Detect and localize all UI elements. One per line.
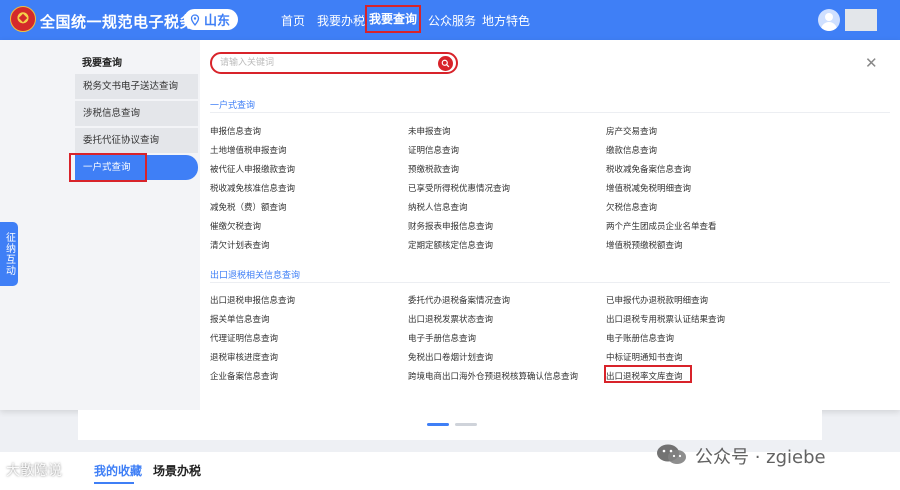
top-navigation-bar: 全国统一规范电子税务局 山东 首页 我要办税 我要查询 公众服务 地方特色 [0, 0, 900, 40]
watermark-right: 公众号 · zgiebe [695, 447, 826, 468]
tab-favorites[interactable]: 我的收藏 [94, 462, 142, 479]
nav-home[interactable]: 首页 [281, 12, 305, 29]
link-arrears-collection[interactable]: 催缴欠税查询 [210, 220, 261, 232]
link-agency-certificate[interactable]: 代理证明信息查询 [210, 332, 278, 344]
wechat-icon [657, 444, 686, 464]
link-undeclared[interactable]: 未申报查询 [408, 125, 451, 137]
link-group-members[interactable]: 两个产生团成员企业名单查看 [606, 220, 717, 232]
sidebar-item-agency-agreement[interactable]: 委托代征协议查询 [75, 128, 198, 153]
nav-public-service[interactable]: 公众服务 [428, 12, 476, 29]
link-export-rebate-declaration[interactable]: 出口退税申报信息查询 [210, 294, 295, 306]
link-arrears-plan[interactable]: 清欠计划表查询 [210, 239, 270, 251]
link-vat-reduction-detail[interactable]: 增值税减免税明细查询 [606, 182, 691, 194]
link-reduction-filing[interactable]: 税收减免备案信息查询 [606, 163, 691, 175]
watermark-left: 大散隐说 [6, 463, 62, 479]
link-financial-statements[interactable]: 财务报表申报信息查询 [408, 220, 493, 232]
close-icon[interactable]: ✕ [865, 54, 878, 72]
link-property-transaction[interactable]: 房产交易查询 [606, 125, 657, 137]
link-tax-arrears[interactable]: 欠税信息查询 [606, 201, 657, 213]
link-income-tax-preference[interactable]: 已享受所得税优惠情况查询 [408, 182, 510, 194]
carousel-dot[interactable] [455, 423, 477, 426]
rebate-rate-highlight-box [604, 365, 692, 383]
content-card [78, 410, 822, 440]
search-icon [441, 59, 450, 68]
link-entrusted-rebate-detail[interactable]: 已申报代办退税款明细查询 [606, 294, 708, 306]
location-pin-icon [190, 13, 200, 26]
link-entrusted-rebate-filing[interactable]: 委托代办退税备案情况查询 [408, 294, 510, 306]
nav-tax-handling[interactable]: 我要办税 [317, 12, 365, 29]
carousel-dot-active[interactable] [427, 423, 449, 426]
sidebar-highlight-box [69, 153, 147, 182]
interaction-float-tab[interactable]: 征纳互动 [0, 222, 18, 286]
search-button[interactable] [438, 56, 453, 71]
section-divider [210, 112, 890, 113]
link-land-vat-declaration[interactable]: 土地增值税申报查询 [210, 144, 287, 156]
link-customs-declaration[interactable]: 报关单信息查询 [210, 313, 270, 325]
link-review-progress[interactable]: 退税审核进度查询 [210, 351, 278, 363]
link-tobacco-plan[interactable]: 免税出口卷烟计划查询 [408, 351, 493, 363]
link-payment-info[interactable]: 缴款信息查询 [606, 144, 657, 156]
link-taxpayer-info[interactable]: 纳税人信息查询 [408, 201, 468, 213]
link-declaration-info[interactable]: 申报信息查询 [210, 125, 261, 137]
link-fixed-quota[interactable]: 定期定额核定信息查询 [408, 239, 493, 251]
tax-emblem-logo [10, 6, 36, 32]
sidebar-item-document-delivery[interactable]: 税务文书电子送达查询 [75, 74, 198, 99]
section-divider [210, 282, 890, 283]
sidebar-heading: 我要查询 [82, 58, 122, 69]
nav-local-features[interactable]: 地方特色 [482, 12, 530, 29]
query-sidebar: 我要查询 税务文书电子送达查询 涉税信息查询 委托代征协议查询 一户式查询 [0, 40, 200, 410]
link-vat-prepaid-amount[interactable]: 增值税预缴税额查询 [606, 239, 683, 251]
link-reduction-amount[interactable]: 减免税（费）额查询 [210, 201, 287, 213]
link-certificate-info[interactable]: 证明信息查询 [408, 144, 459, 156]
link-electronic-manual[interactable]: 电子手册信息查询 [408, 332, 476, 344]
search-input[interactable] [220, 57, 430, 67]
query-menu-panel: 我要查询 税务文书电子送达查询 涉税信息查询 委托代征协议查询 一户式查询 ✕ … [0, 40, 900, 410]
search-box [210, 52, 458, 74]
region-selector[interactable]: 山东 [184, 9, 238, 30]
link-collected-payer[interactable]: 被代征人申报缴款查询 [210, 163, 295, 175]
nav-query-label: 我要查询 [368, 12, 417, 26]
section-title-one-account: 一户式查询 [210, 100, 256, 110]
link-prepaid-tax[interactable]: 预缴税款查询 [408, 163, 459, 175]
region-label: 山东 [204, 13, 231, 28]
link-electronic-ledger[interactable]: 电子账册信息查询 [606, 332, 674, 344]
user-avatar[interactable] [818, 9, 840, 31]
user-name-box[interactable] [845, 9, 877, 31]
nav-query[interactable]: 我要查询 [365, 5, 421, 33]
sidebar-item-tax-info[interactable]: 涉税信息查询 [75, 101, 198, 126]
link-bid-notice[interactable]: 中标证明通知书查询 [606, 351, 683, 363]
link-rebate-certification[interactable]: 出口退税专用税票认证结果查询 [606, 313, 725, 325]
link-reduction-approval[interactable]: 税收减免核准信息查询 [210, 182, 295, 194]
tab-scenario-tax[interactable]: 场景办税 [153, 462, 201, 479]
section-title-export-rebate: 出口退税相关信息查询 [210, 270, 301, 280]
active-tab-underline [94, 482, 134, 484]
link-rebate-invoice-status[interactable]: 出口退税发票状态查询 [408, 313, 493, 325]
link-enterprise-filing[interactable]: 企业备案信息查询 [210, 370, 278, 382]
link-cross-border-warehouse[interactable]: 跨境电商出口海外仓预退税核算确认信息查询 [408, 370, 578, 382]
